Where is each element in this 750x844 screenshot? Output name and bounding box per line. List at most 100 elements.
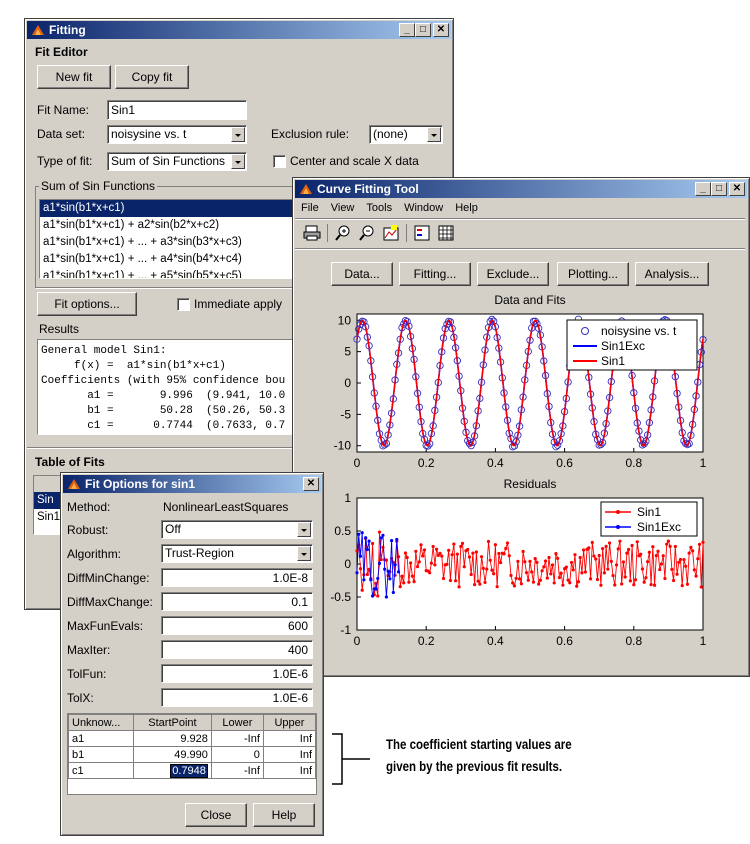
type-of-fit-label: Type of fit: [37,154,93,168]
data-cursor-icon[interactable] [382,224,400,242]
type-of-fit-select[interactable]: Sum of Sin Functions [107,152,247,171]
minimize-icon[interactable]: _ [695,182,711,196]
plot-area[interactable]: Data and Fits0 0.2 0.4 0.6 0.8 11050-5-10nois… [293,288,749,674]
exclusion-rule-select[interactable]: (none) [369,125,443,144]
close-icon[interactable]: ✕ [433,23,449,37]
x-tick-label: 0.8 [625,456,642,470]
chart-title: Data and Fits [494,293,565,307]
curve-fitting-tool-window: Curve Fitting Tool _ □ ✕ File View Tools… [292,177,750,677]
startpoint-cell[interactable]: 49.990 [133,746,212,763]
x-tick-label: 0 [354,456,361,470]
help-button[interactable]: Help [253,803,315,827]
x-tick-label: 0.2 [418,634,435,648]
algorithm-value: Trust-Region [165,546,234,560]
algorithm-select[interactable]: Trust-Region [161,544,313,563]
robust-value: Off [165,522,181,536]
dropdown-arrow-icon[interactable] [231,154,245,169]
immediate-apply-label: Immediate apply [194,297,283,311]
robust-select[interactable]: Off [161,520,313,539]
close-icon[interactable]: ✕ [729,182,745,196]
y-tick-label: 5 [344,345,351,359]
center-scale-checkbox[interactable] [273,155,286,168]
data-button[interactable]: Data... [331,262,393,286]
type-of-fit-value: Sum of Sin Functions [111,154,226,168]
lower-cell[interactable]: -Inf [210,762,264,779]
dropdown-arrow-icon[interactable] [297,546,311,561]
annotation-line-2: given by the previous fit results. [386,758,563,774]
immediate-apply-checkbox[interactable] [177,298,190,311]
matlab-logo-icon [31,23,45,42]
cft-titlebar[interactable]: Curve Fitting Tool _ □ ✕ [295,180,747,198]
column-header[interactable]: StartPoint [133,714,212,731]
close-icon[interactable]: ✕ [303,477,319,491]
maximize-icon[interactable]: □ [415,23,431,37]
lower-cell[interactable]: -Inf [210,730,264,747]
diffmaxchange-input[interactable]: 0.1 [161,592,313,611]
maxfunevals-input[interactable]: 600 [161,616,313,635]
tolx-label: TolX: [67,691,94,705]
dropdown-arrow-icon[interactable] [427,127,441,142]
maximize-icon[interactable]: □ [711,182,727,196]
fitting-titlebar[interactable]: Fitting _ □ ✕ [27,21,451,39]
upper-cell[interactable]: Inf [262,746,317,763]
x-tick-label: 0.6 [556,456,573,470]
fitting-button[interactable]: Fitting... [399,262,471,286]
dropdown-arrow-icon[interactable] [231,127,245,142]
toolbar [303,224,455,242]
diffminchange-input[interactable]: 1.0E-8 [161,568,313,587]
startpoint-cell[interactable]: 9.928 [133,730,212,747]
copy-fit-button[interactable]: Copy fit [115,65,189,89]
fit-editor-label: Fit Editor [35,45,88,59]
print-icon[interactable] [303,224,321,242]
new-fit-button[interactable]: New fit [37,65,111,89]
x-tick-label: 0.2 [418,456,435,470]
fit-name-input[interactable]: Sin1 [107,100,247,120]
tolx-input[interactable]: 1.0E-6 [161,688,313,707]
upper-cell[interactable]: Inf [262,730,317,747]
maxiter-input[interactable]: 400 [161,640,313,659]
zoom-out-icon[interactable] [358,224,376,242]
fit-options-button[interactable]: Fit options... [37,292,137,316]
column-header[interactable]: Lower [210,714,264,731]
menu-tools[interactable]: Tools [366,202,392,214]
fit-options-titlebar[interactable]: Fit Options for sin1 ✕ [63,475,321,493]
x-tick-label: 0.8 [625,634,642,648]
legend-marker-sin1 [616,510,620,514]
algorithm-label: Algorithm: [67,547,122,561]
results-label: Results [39,322,80,336]
data-set-select[interactable]: noisysine vs. t [107,125,247,144]
dropdown-arrow-icon[interactable] [297,522,311,537]
menu-window[interactable]: Window [404,202,443,214]
startpoint-cell-editing[interactable]: 0.7948 [133,762,212,779]
matlab-logo-icon [299,182,313,201]
legend-icon[interactable] [413,224,431,242]
tolfun-input[interactable]: 1.0E-6 [161,664,313,683]
data-set-label: Data set: [37,127,86,141]
table-row: c1 0.7948 -Inf Inf [68,762,317,779]
minimize-icon[interactable]: _ [399,23,415,37]
column-header[interactable]: Unknow... [68,714,134,731]
robust-label: Robust: [67,523,109,537]
annotation-line-1: The coefficient starting values are [386,736,572,752]
menu-view[interactable]: View [331,202,355,214]
menu-help[interactable]: Help [455,202,478,214]
y-tick-label: -5 [340,407,351,421]
column-header[interactable]: Upper [262,714,317,731]
fit-name-label: Fit Name: [37,103,90,117]
table-of-fits-label: Table of Fits [35,455,105,469]
analysis-button[interactable]: Analysis... [635,262,709,286]
matlab-logo-icon [67,477,81,496]
coefficient-table[interactable]: Unknow... StartPoint Lower Upper a1 9.92… [68,714,317,779]
menu-file[interactable]: File [301,202,319,214]
legend-label: Sin1 [601,354,625,368]
plotting-button[interactable]: Plotting... [557,262,629,286]
lower-cell[interactable]: 0 [210,746,264,763]
exclude-button[interactable]: Exclude... [477,262,549,286]
x-tick-label: 0.4 [487,634,504,648]
zoom-in-icon[interactable] [334,224,352,242]
x-tick-label: 0.6 [556,634,573,648]
grid-icon[interactable] [437,224,455,242]
close-button[interactable]: Close [185,803,247,827]
y-tick-label: 1 [344,491,351,505]
upper-cell[interactable]: Inf [262,762,317,779]
